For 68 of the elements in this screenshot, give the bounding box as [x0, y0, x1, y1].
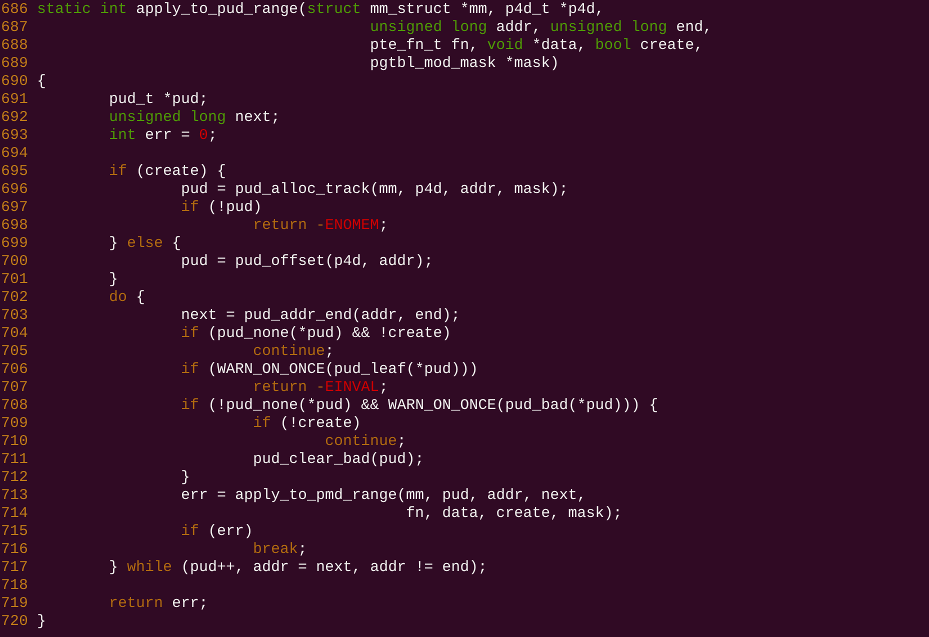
code-line: pgtbl_mod_mask *mask)	[369, 55, 560, 73]
code-line: pud_clear_bad(pud);	[252, 451, 424, 469]
code-line: }	[180, 469, 190, 487]
code-line: pte_fn_t fn, void *data, bool create,	[369, 37, 704, 55]
code-line: }	[108, 271, 118, 289]
code-line: next = pud_addr_end(addr, end);	[180, 307, 460, 325]
code-line: fn, data, create, mask);	[405, 505, 622, 523]
line-number: 687	[1, 19, 28, 37]
code-line: if (!pud_none(*pud) && WARN_ON_ONCE(pud_bad(*pud))) {	[180, 397, 658, 415]
code-line: do {	[108, 289, 146, 307]
line-number: 702	[1, 289, 28, 307]
line-number: 688	[1, 37, 28, 55]
code-line: pud_t *pud;	[108, 91, 208, 109]
line-number: 700	[1, 253, 28, 271]
line-number: 697	[1, 199, 28, 217]
line-number: 718	[1, 577, 28, 595]
code-line: unsigned long addr, unsigned long end,	[369, 19, 712, 37]
line-number: 709	[1, 415, 28, 433]
code-line: {	[37, 73, 46, 91]
line-number: 693	[1, 127, 28, 145]
line-number: 717	[1, 559, 28, 577]
line-number: 704	[1, 325, 28, 343]
code-line: err = apply_to_pmd_range(mm, pud, addr, next,	[180, 487, 586, 505]
code-line: break;	[252, 541, 308, 559]
line-number: 713	[1, 487, 28, 505]
code-line: continue;	[252, 343, 334, 361]
code-line: continue;	[324, 433, 406, 451]
code-line: int err = 0;	[108, 127, 218, 145]
code-line: }	[37, 613, 46, 631]
line-number: 696	[1, 181, 28, 199]
code-line: if (!pud)	[180, 199, 262, 217]
line-number: 689	[1, 55, 28, 73]
line-number: 703	[1, 307, 28, 325]
code-line: static int apply_to_pud_range(struct mm_struct *mm, p4d_t *p4d,	[37, 1, 604, 19]
line-number: 694	[1, 145, 28, 163]
line-number: 719	[1, 595, 28, 613]
code-line: return -EINVAL;	[252, 379, 388, 397]
line-number: 695	[1, 163, 28, 181]
code-line: if (WARN_ON_ONCE(pud_leaf(*pud)))	[180, 361, 478, 379]
code-line: } else {	[108, 235, 182, 253]
line-number: 690	[1, 73, 28, 91]
code-line: if (create) {	[108, 163, 226, 181]
line-number: 699	[1, 235, 28, 253]
line-number: 712	[1, 469, 28, 487]
code-line: } while (pud++, addr = next, addr != end);	[108, 559, 488, 577]
line-number: 692	[1, 109, 28, 127]
line-number: 715	[1, 523, 28, 541]
code-line: if (pud_none(*pud) && !create)	[180, 325, 452, 343]
line-number: 706	[1, 361, 28, 379]
code-line: pud = pud_alloc_track(mm, p4d, addr, mask);	[180, 181, 568, 199]
line-number: 698	[1, 217, 28, 235]
code-line: pud = pud_offset(p4d, addr);	[180, 253, 434, 271]
line-number: 686	[1, 1, 28, 19]
line-number: 705	[1, 343, 28, 361]
code-line: if (!create)	[252, 415, 362, 433]
code-line: return -ENOMEM;	[252, 217, 388, 235]
line-number: 710	[1, 433, 28, 451]
line-number: 720	[1, 613, 28, 631]
line-number: 701	[1, 271, 28, 289]
code-line: unsigned long next;	[108, 109, 280, 127]
code-line: return err;	[108, 595, 208, 613]
code-line: if (err)	[180, 523, 254, 541]
line-number: 716	[1, 541, 28, 559]
line-number: 714	[1, 505, 28, 523]
line-number: 691	[1, 91, 28, 109]
line-number: 711	[1, 451, 28, 469]
line-number: 708	[1, 397, 28, 415]
line-number: 707	[1, 379, 28, 397]
